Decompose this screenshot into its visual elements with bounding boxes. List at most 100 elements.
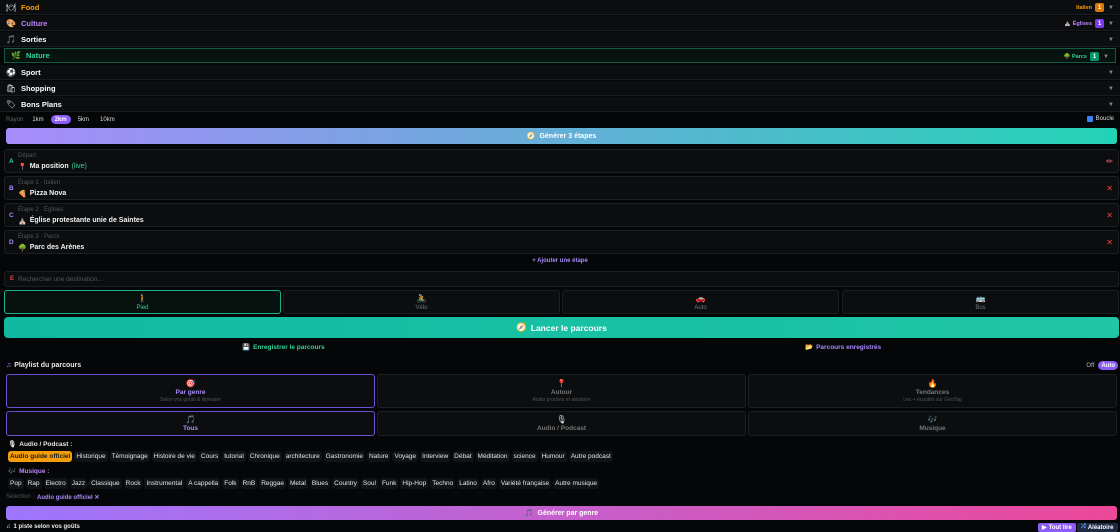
category-row-nature[interactable]: 🌿 Nature 🌳 Parcs 1 ▼ bbox=[4, 48, 1116, 63]
category-row-shopping[interactable]: 🛍 Shopping ▼ bbox=[0, 81, 1120, 96]
chevron-down-icon[interactable]: ▼ bbox=[1107, 70, 1115, 76]
play-all-button[interactable]: ▶ Tout lire bbox=[1038, 523, 1076, 532]
genre-chip[interactable]: Interview bbox=[420, 451, 451, 462]
genre-chip[interactable]: Nature bbox=[366, 451, 391, 462]
generate-by-genre-button[interactable]: 🎵 Générer par genre bbox=[6, 506, 1117, 520]
genre-chip[interactable]: Débat bbox=[452, 451, 474, 462]
genre-chip[interactable]: Cours bbox=[198, 451, 221, 462]
genre-chip[interactable]: Latino bbox=[457, 478, 479, 489]
genre-chip[interactable]: Hip-Hop bbox=[400, 478, 429, 489]
playlist-mode-card[interactable]: 📍 Autour Audio proches et aléatoire bbox=[377, 374, 746, 408]
remove-x-icon[interactable]: ✕ bbox=[1106, 211, 1113, 220]
radius-option-5km[interactable]: 5km bbox=[74, 115, 93, 124]
category-row-sorties[interactable]: 🎵 Sorties ▼ bbox=[0, 32, 1120, 47]
playlist-mode-card[interactable]: 🎯 Par genre Selon vos goûts & itinéraire bbox=[6, 374, 375, 408]
route-step-a[interactable]: A Départ 📍 Ma position (live) ✏ bbox=[4, 149, 1119, 173]
mode-subtitle: Selon vos goûts & itinéraire bbox=[160, 397, 221, 403]
genre-chip[interactable]: Rock bbox=[123, 478, 143, 489]
loop-toggle[interactable]: Boucle bbox=[1086, 116, 1114, 122]
genre-chip[interactable]: Jazz bbox=[69, 478, 88, 489]
playlist-filter-card[interactable]: 🎵 Tous bbox=[6, 411, 375, 436]
category-row-bons-plans[interactable]: 🏷 Bons Plans ▼ bbox=[0, 97, 1120, 112]
genre-chip[interactable]: science bbox=[511, 451, 538, 462]
playlist-auto-toggle[interactable]: Off Auto bbox=[1083, 361, 1118, 370]
category-row-culture[interactable]: 🎨 Culture ⛪ Églises 1 ▼ bbox=[0, 16, 1120, 31]
genre-chip[interactable]: Audio guide officiel bbox=[8, 451, 73, 462]
floppy-icon: 💾 bbox=[242, 344, 251, 351]
chevron-down-icon[interactable]: ▼ bbox=[1107, 5, 1115, 11]
genre-chip[interactable]: Rap bbox=[25, 478, 42, 489]
genre-chip[interactable]: architecture bbox=[283, 451, 322, 462]
genre-chip[interactable]: Pop bbox=[8, 478, 24, 489]
genre-chip[interactable]: Méditation bbox=[475, 451, 510, 462]
category-count-badge: 1 bbox=[1090, 52, 1099, 61]
genre-chip[interactable]: Voyage bbox=[392, 451, 419, 462]
genre-chip[interactable]: Reggae bbox=[259, 478, 286, 489]
genre-chip[interactable]: Variété française bbox=[498, 478, 552, 489]
genre-chip[interactable]: Funk bbox=[379, 478, 399, 489]
category-row-sport[interactable]: ⚽ Sport ▼ bbox=[0, 65, 1120, 80]
genre-chip[interactable]: Afro bbox=[480, 478, 497, 489]
genre-chip[interactable]: Blues bbox=[309, 478, 331, 489]
transport-mode-pied[interactable]: 🚶 Pied bbox=[4, 290, 281, 314]
saved-routes-button[interactable]: 📂 Parcours enregistrés bbox=[805, 343, 881, 352]
genre-chip[interactable]: Témoignage bbox=[109, 451, 150, 462]
genre-chip[interactable]: tutorial bbox=[222, 451, 246, 462]
generate-steps-button[interactable]: 🧭 Générer 3 étapes bbox=[6, 128, 1117, 144]
selection-value[interactable]: Audio guide officiel ✕ bbox=[37, 494, 99, 501]
genre-chip[interactable]: Electro bbox=[43, 478, 68, 489]
toggle-off[interactable]: Off bbox=[1083, 361, 1097, 370]
genre-chip[interactable]: Chronique bbox=[247, 451, 282, 462]
save-route-label: Enregistrer le parcours bbox=[253, 343, 325, 351]
mode-icon: 🔥 bbox=[927, 379, 938, 388]
genre-chip[interactable]: Humour bbox=[539, 451, 567, 462]
remove-x-icon[interactable]: ✕ bbox=[1106, 238, 1113, 247]
remove-x-icon[interactable]: ✕ bbox=[1106, 184, 1113, 193]
transport-mode-bus[interactable]: 🚌 Bus bbox=[842, 290, 1119, 314]
transport-mode-auto[interactable]: 🚗 Auto bbox=[562, 290, 839, 314]
genre-chip[interactable]: Classique bbox=[89, 478, 122, 489]
random-button[interactable]: ⤮ Aléatoire bbox=[1077, 523, 1118, 532]
loop-checkbox[interactable] bbox=[1086, 116, 1093, 122]
category-row-food[interactable]: 🍽 Food Italien 1 ▼ bbox=[0, 0, 1120, 15]
step-place-name: Parc des Arènes bbox=[29, 244, 85, 251]
genre-chip[interactable]: Autre podcast bbox=[568, 451, 613, 462]
save-route-button[interactable]: 💾 Enregistrer le parcours bbox=[242, 343, 325, 352]
radius-option-1km[interactable]: 1km bbox=[28, 115, 47, 124]
route-step-b[interactable]: B Étape 1 · Italien 🍕 Pizza Nova ✕ bbox=[4, 176, 1119, 200]
chevron-down-icon[interactable]: ▼ bbox=[1107, 86, 1115, 92]
filter-icon: 🎶 bbox=[927, 415, 938, 424]
genre-chip[interactable]: A cappella bbox=[186, 478, 221, 489]
genre-chip[interactable]: Autre musique bbox=[553, 478, 600, 489]
chevron-down-icon[interactable]: ▼ bbox=[1107, 102, 1115, 108]
navigation-icon: 🧭 bbox=[516, 322, 527, 332]
chevron-down-icon[interactable]: ▼ bbox=[1102, 54, 1110, 60]
genre-chip[interactable]: Historique bbox=[74, 451, 108, 462]
add-step-button[interactable]: + Ajouter une étape bbox=[0, 258, 1120, 264]
destination-input[interactable] bbox=[18, 275, 919, 283]
genre-chip[interactable]: Instrumental bbox=[144, 478, 185, 489]
genre-chip[interactable]: Folk bbox=[222, 478, 239, 489]
chevron-down-icon[interactable]: ▼ bbox=[1107, 37, 1115, 43]
playlist-filter-card[interactable]: 🎙 Audio / Podcast bbox=[377, 411, 746, 436]
transport-mode-velo[interactable]: 🚴 Vélo bbox=[283, 290, 560, 314]
route-step-c[interactable]: C Étape 2 · Églises ⛪ Église protestante un… bbox=[4, 203, 1119, 227]
radius-option-2km[interactable]: 2km bbox=[50, 115, 71, 124]
playlist-filter-card[interactable]: 🎶 Musique bbox=[748, 411, 1117, 436]
genre-chip[interactable]: Soul bbox=[360, 478, 378, 489]
genre-chip[interactable]: Country bbox=[332, 478, 359, 489]
edit-pencil-icon[interactable]: ✏ bbox=[1106, 157, 1113, 166]
chevron-down-icon[interactable]: ▼ bbox=[1107, 21, 1115, 27]
playlist-mode-card[interactable]: 🔥 Tendances Les + écoutés sur GeoTag bbox=[748, 374, 1117, 408]
genre-chip[interactable]: Histoire de vie bbox=[151, 451, 197, 462]
genre-chip[interactable]: RnB bbox=[240, 478, 258, 489]
launch-route-button[interactable]: 🧭 Lancer le parcours bbox=[4, 317, 1119, 338]
step-place-name: Ma position bbox=[29, 163, 69, 170]
radius-option-10km[interactable]: 10km bbox=[96, 115, 119, 124]
toggle-auto[interactable]: Auto bbox=[1098, 361, 1118, 370]
category-label: Food bbox=[21, 2, 40, 12]
genre-chip[interactable]: Gastronomie bbox=[323, 451, 365, 462]
genre-chip[interactable]: Metal bbox=[287, 478, 308, 489]
route-step-d[interactable]: D Étape 3 · Parcs 🌳 Parc des Arènes ✕ bbox=[4, 230, 1119, 254]
genre-chip[interactable]: Techno bbox=[430, 478, 456, 489]
